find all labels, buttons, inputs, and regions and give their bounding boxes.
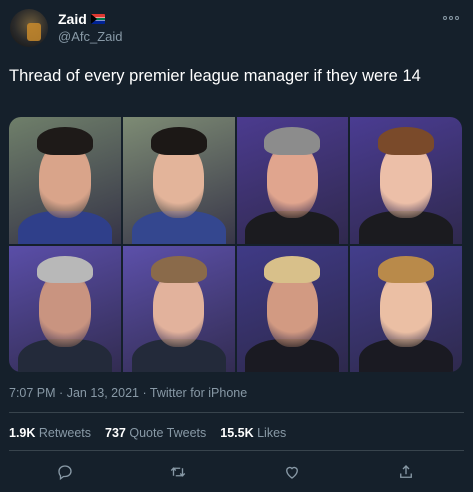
user-handle[interactable]: @Afc_Zaid <box>58 29 123 44</box>
portrait-hair <box>36 127 93 155</box>
portrait-hair <box>378 255 435 284</box>
likes-count: 15.5K <box>220 426 254 440</box>
display-name[interactable]: Zaid <box>58 11 87 27</box>
portrait-hair <box>150 255 207 284</box>
photo-mourinho-age14[interactable] <box>122 245 235 372</box>
avatar[interactable] <box>10 9 48 47</box>
meta-separator: · <box>142 386 147 400</box>
tweet-date[interactable]: Jan 13, 2021 <box>67 386 139 400</box>
tweet-stats: 1.9K Retweets 737 Quote Tweets 15.5K Lik… <box>9 426 300 440</box>
user-name-row: Zaid <box>58 11 105 27</box>
retweets-stat[interactable]: 1.9K Retweets <box>9 426 91 440</box>
photo-mourinho-original[interactable] <box>9 245 121 372</box>
portrait-hair <box>150 127 207 155</box>
tweet-actions <box>0 460 473 484</box>
tweet-text: Thread of every premier league manager i… <box>9 67 421 85</box>
ellipsis-icon[interactable] <box>443 12 459 24</box>
tweet: Zaid @Afc_Zaid Thread of every premier l… <box>0 0 473 492</box>
photo-arteta-original[interactable] <box>9 117 121 244</box>
portrait-hair <box>36 255 93 284</box>
portrait-hair <box>378 127 435 155</box>
retweets-count: 1.9K <box>9 426 36 440</box>
tweet-timestamp[interactable]: 7:07 PM · Jan 13, 2021 · Twitter for iPh… <box>9 386 247 400</box>
divider <box>9 450 464 451</box>
retweet-icon[interactable] <box>166 460 190 484</box>
reply-icon[interactable] <box>53 460 77 484</box>
photo-arteta-age14[interactable] <box>122 117 235 244</box>
like-icon[interactable] <box>280 460 304 484</box>
meta-separator: · <box>59 386 64 400</box>
quote-tweets-count: 737 <box>105 426 126 440</box>
tweet-source[interactable]: Twitter for iPhone <box>150 386 247 400</box>
divider <box>9 412 464 413</box>
likes-label: Likes <box>257 426 287 440</box>
photo-solskjaer-age14[interactable] <box>350 117 462 244</box>
portrait-hair <box>264 127 321 155</box>
likes-stat[interactable]: 15.5K Likes <box>220 426 286 440</box>
media-grid[interactable] <box>9 117 462 372</box>
retweets-label: Retweets <box>38 426 91 440</box>
photo-solskjaer-original[interactable] <box>236 117 349 244</box>
quote-tweets-stat[interactable]: 737 Quote Tweets <box>105 426 206 440</box>
tweet-time[interactable]: 7:07 PM <box>9 386 56 400</box>
share-icon[interactable] <box>394 460 418 484</box>
photo-klopp-original[interactable] <box>236 245 349 372</box>
quote-tweets-label: Quote Tweets <box>129 426 207 440</box>
south-africa-flag-icon <box>90 14 105 24</box>
portrait-hair <box>264 255 321 284</box>
photo-klopp-age14[interactable] <box>350 245 462 372</box>
